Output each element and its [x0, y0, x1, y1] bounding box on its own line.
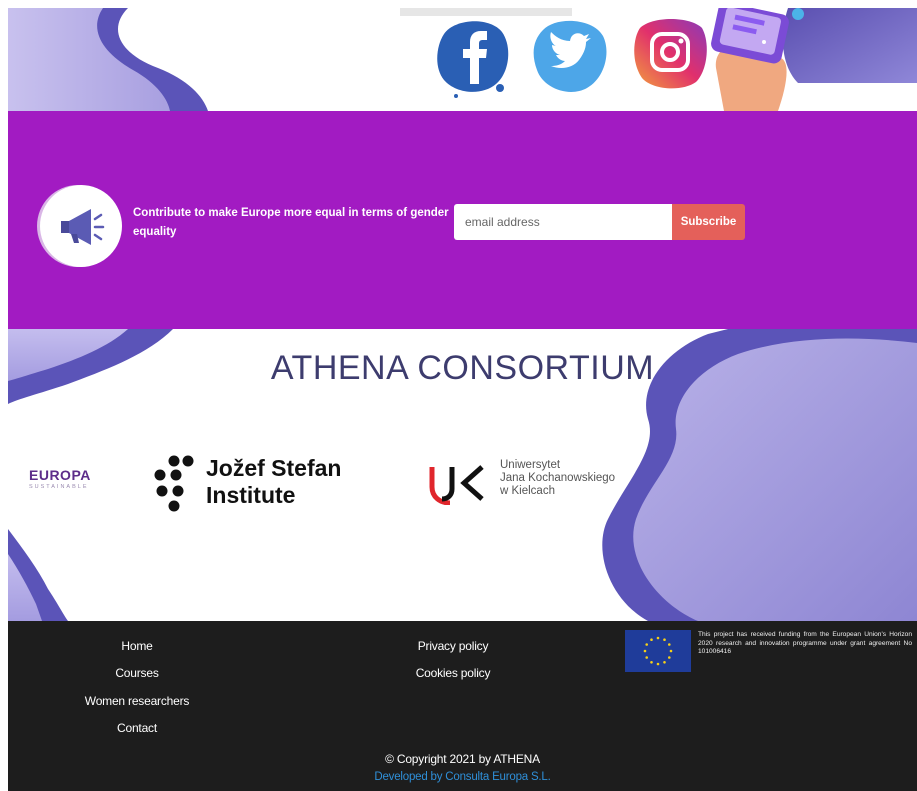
- footer-link-privacy-policy[interactable]: Privacy policy: [393, 633, 513, 660]
- jozef-stefan-institute-logo: Jožef Stefan Institute: [154, 455, 384, 513]
- footer-nav-primary: Home Courses Women researchers Contact: [74, 633, 200, 742]
- footer-nav-legal: Privacy policy Cookies policy: [393, 633, 513, 688]
- europa-logo-name: EUROPA: [29, 467, 91, 483]
- footer-link-home[interactable]: Home: [74, 633, 200, 660]
- jsi-logo-line1: Jožef Stefan: [206, 455, 342, 481]
- jsi-dots-icon: [154, 455, 194, 512]
- ujk-logo-line3: w Kielcach: [500, 485, 555, 497]
- eu-flag-icon: [625, 630, 691, 672]
- consortium-section: ATHENA CONSORTIUM EUROPA SUSTAINABLE Jož…: [8, 329, 917, 621]
- ujk-logo-line2: Jana Kochanowskiego: [500, 472, 616, 484]
- ujk-logo-line1: Uniwersytet: [500, 459, 561, 471]
- megaphone-badge: [40, 185, 122, 267]
- footer-link-contact[interactable]: Contact: [74, 715, 200, 742]
- europa-sustainable-logo: EUROPA SUSTAINABLE: [29, 467, 109, 490]
- developer-credit-link[interactable]: Developed by Consulta Europa S.L.: [8, 771, 917, 783]
- email-input[interactable]: [454, 204, 672, 240]
- twitter-icon[interactable]: [531, 14, 609, 98]
- facebook-icon[interactable]: [434, 14, 512, 98]
- footer-link-women-researchers[interactable]: Women researchers: [74, 688, 200, 715]
- footer-link-cookies-policy[interactable]: Cookies policy: [393, 660, 513, 687]
- newsletter-section: Contribute to make Europe more equal in …: [8, 111, 917, 329]
- copyright-text: © Copyright 2021 by ATHENA: [385, 752, 540, 766]
- hand-phone-illustration: [711, 8, 804, 111]
- consortium-title: ATHENA CONSORTIUM: [270, 349, 655, 387]
- ujk-mark-icon: [429, 465, 484, 505]
- europa-logo-tagline: SUSTAINABLE: [29, 484, 89, 490]
- social-section: [8, 8, 917, 111]
- footer-link-courses[interactable]: Courses: [74, 660, 200, 687]
- site-footer: Home Courses Women researchers Contact P…: [8, 621, 917, 791]
- subscribe-button[interactable]: Subscribe: [672, 204, 745, 240]
- page: Contribute to make Europe more equal in …: [8, 8, 917, 791]
- jsi-logo-line2: Institute: [206, 482, 296, 508]
- newsletter-text: Contribute to make Europe more equal in …: [133, 207, 449, 238]
- megaphone-icon: [61, 209, 105, 245]
- ujk-university-logo: Uniwersytet Jana Kochanowskiego w Kielca…: [426, 459, 636, 509]
- eu-funding-notice: This project has received funding from t…: [698, 631, 912, 656]
